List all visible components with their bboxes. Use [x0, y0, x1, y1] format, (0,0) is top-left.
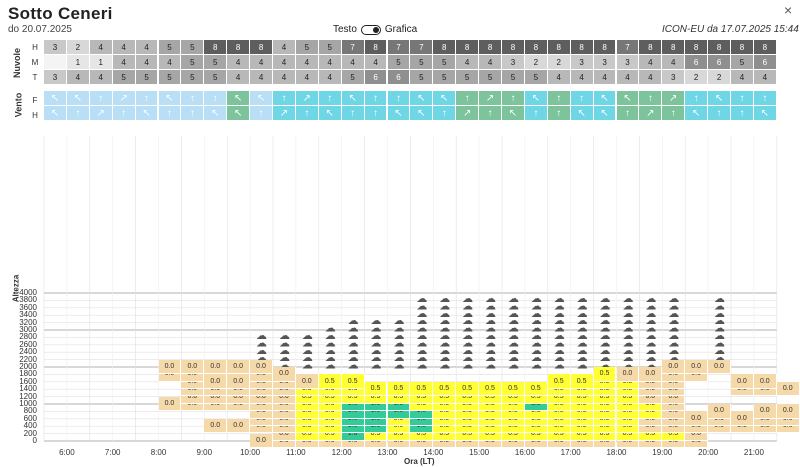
heatmap-cell: 0.0	[204, 418, 228, 434]
heatmap-cell: 0.0	[295, 374, 319, 390]
x-tick-label: 12:00	[331, 448, 352, 457]
heatmap-cell: 0.5	[524, 381, 548, 397]
heatmap-cell: 0.0	[685, 411, 709, 427]
x-tick-label: 18:00	[606, 448, 627, 457]
cloud-icon: ☁	[508, 292, 519, 305]
x-tick-label: 15:00	[469, 448, 490, 457]
x-tick-label: 17:00	[560, 448, 581, 457]
heatmap-cell: 0.0	[227, 359, 251, 375]
x-tick-label: 8:00	[150, 448, 167, 457]
heatmap-cell: 0.0	[227, 418, 251, 434]
cloud-icon: ☁	[302, 329, 313, 342]
heatmap-cell: 0.5	[547, 374, 571, 390]
heatmap-cell: 0.5	[502, 381, 525, 397]
heatmap-cell: 0.0	[708, 359, 731, 375]
x-tick-label: 21:00	[743, 448, 764, 457]
cloud-icon: ☁	[416, 292, 427, 305]
heatmap-cell: 0.5	[341, 374, 365, 390]
heatmap-cell: 0.0	[181, 359, 205, 375]
cloud-icon: ☁	[554, 292, 565, 305]
heatmap-cell: 0.5	[570, 374, 594, 390]
heatmap-cell: 0.0	[204, 374, 228, 390]
x-tick-label: 11:00	[286, 448, 306, 457]
heatmap-cell: 0.5	[433, 381, 457, 397]
cloud-icon: ☁	[325, 322, 336, 335]
heatmap-cell: 0.0	[685, 359, 709, 375]
cloud-icon: ☁	[371, 314, 382, 327]
cloud-icon: ☁	[577, 292, 588, 305]
heatmap-cell: 0.0	[776, 381, 800, 397]
x-tick-label: 9:00	[196, 448, 213, 457]
heatmap-cell: 0.0	[616, 367, 640, 382]
x-tick-label: 6:00	[59, 448, 75, 457]
x-tick-label: 16:00	[514, 448, 535, 457]
heatmap-cell: 0.0	[753, 404, 777, 419]
heatmap-cell: 0.0	[731, 411, 754, 427]
cloud-icon: ☁	[279, 329, 290, 342]
heatmap-cell: 0.5	[479, 381, 502, 397]
heatmap-cell: 0.0	[250, 433, 273, 449]
cloud-icon: ☁	[256, 329, 267, 342]
cloud-icon: ☁	[462, 292, 473, 305]
cloud-icon: ☁	[439, 292, 450, 305]
x-axis-title: Ora (LT)	[404, 457, 435, 466]
x-tick-label: 20:00	[698, 448, 719, 457]
heatmap-cell: 0.0	[731, 374, 754, 390]
heatmap-cell: 0.5	[593, 367, 617, 382]
heatmap-cell: 0.5	[410, 381, 434, 397]
heatmap-cell: 0.0	[250, 359, 273, 375]
cloud-icon: ☁	[714, 292, 725, 305]
heatmap-cell: 0.0	[708, 404, 731, 419]
cloud-icon: ☁	[600, 292, 611, 305]
heatmap-cell: 0.5	[456, 381, 480, 397]
heatmap-cell: 0.0	[158, 396, 182, 412]
cloud-icon: ☁	[348, 314, 359, 327]
heatmap-cell: 0.0	[753, 374, 777, 390]
cloud-icon: ☁	[668, 292, 679, 305]
heatmap-cell: 0.5	[364, 381, 388, 397]
heatmap-cell: 0.5	[387, 381, 411, 397]
heatmap-cell: 0.0	[639, 367, 663, 382]
heatmap-cell: 0.0	[662, 359, 686, 375]
x-tick-label: 10:00	[240, 448, 261, 457]
cloud-icon: ☁	[531, 292, 542, 305]
x-tick-label: 7:00	[104, 448, 121, 457]
heatmap-cell: 0.0	[227, 374, 251, 390]
cloud-icon: ☁	[393, 314, 404, 327]
cloud-icon: ☁	[645, 292, 656, 305]
heatmap-cell: 0.0	[158, 359, 182, 375]
heatmap-cell: 0.0	[776, 404, 800, 419]
cloud-icon: ☁	[622, 292, 633, 305]
x-tick-label: 14:00	[423, 448, 444, 457]
heatmap-cell: 0.0	[204, 359, 228, 375]
x-tick-label: 13:00	[377, 448, 398, 457]
heatmap-cell: 0.5	[318, 374, 342, 390]
cloud-icon: ☁	[485, 292, 496, 305]
y-tick-label: 4000	[19, 288, 37, 297]
heatmap-cell: 0.0	[273, 367, 296, 382]
x-tick-label: 19:00	[652, 448, 673, 457]
